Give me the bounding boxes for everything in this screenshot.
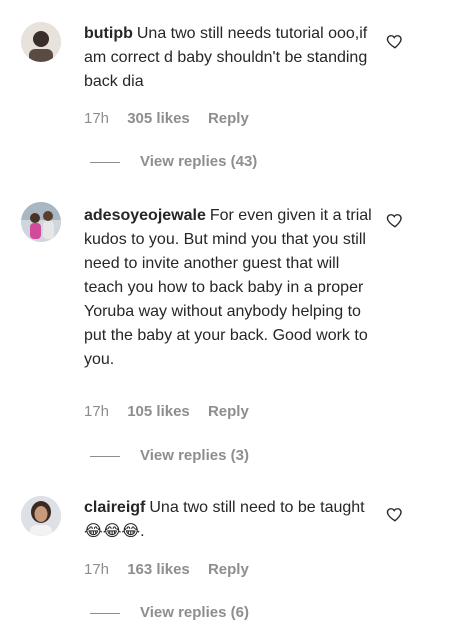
comment-text: adesoyeojewale For even given it a trial …: [84, 204, 376, 372]
comment-likes[interactable]: 163 likes: [127, 561, 190, 578]
comment-text: butipb Una two still needs tutorial ooo,i…: [84, 22, 376, 94]
comment-meta: 17h 305 likes Reply: [84, 110, 263, 128]
view-replies[interactable]: View replies (43): [90, 153, 257, 171]
replies-divider: [90, 455, 120, 457]
comment-username[interactable]: adesoyeojewale: [84, 207, 206, 224]
view-replies[interactable]: View replies (6): [90, 604, 249, 622]
avatar[interactable]: [21, 202, 61, 242]
comment-meta: 17h 105 likes Reply: [84, 403, 263, 421]
comment-time: 17h: [84, 561, 110, 578]
user-avatar-icon: [21, 202, 61, 242]
like-heart-icon[interactable]: [386, 32, 404, 50]
view-replies[interactable]: View replies (3): [90, 447, 249, 465]
view-replies-label[interactable]: View replies (3): [140, 447, 249, 464]
reply-button[interactable]: Reply: [208, 561, 249, 578]
comment-username[interactable]: claireigf: [84, 499, 145, 516]
reply-button[interactable]: Reply: [208, 110, 249, 127]
comment-username[interactable]: butipb: [84, 25, 133, 42]
avatar[interactable]: [21, 22, 61, 62]
comment-time: 17h: [84, 110, 110, 127]
view-replies-label[interactable]: View replies (6): [140, 604, 249, 621]
comment-text: claireigf Una two still need to be taught…: [84, 496, 376, 544]
view-replies-label[interactable]: View replies (43): [140, 153, 257, 170]
comment-body: For even given it a trial kudos to you. …: [84, 207, 372, 368]
comment-likes[interactable]: 305 likes: [127, 110, 190, 127]
comment-meta: 17h 163 likes Reply: [84, 561, 263, 579]
user-avatar-icon: [21, 22, 61, 62]
user-avatar-icon: [21, 496, 61, 536]
replies-divider: [90, 612, 120, 614]
comment-time: 17h: [84, 403, 110, 420]
reply-button[interactable]: Reply: [208, 403, 249, 420]
replies-divider: [90, 161, 120, 163]
like-heart-icon[interactable]: [386, 211, 404, 229]
like-heart-icon[interactable]: [386, 505, 404, 523]
avatar[interactable]: [21, 496, 61, 536]
comment-likes[interactable]: 105 likes: [127, 403, 190, 420]
